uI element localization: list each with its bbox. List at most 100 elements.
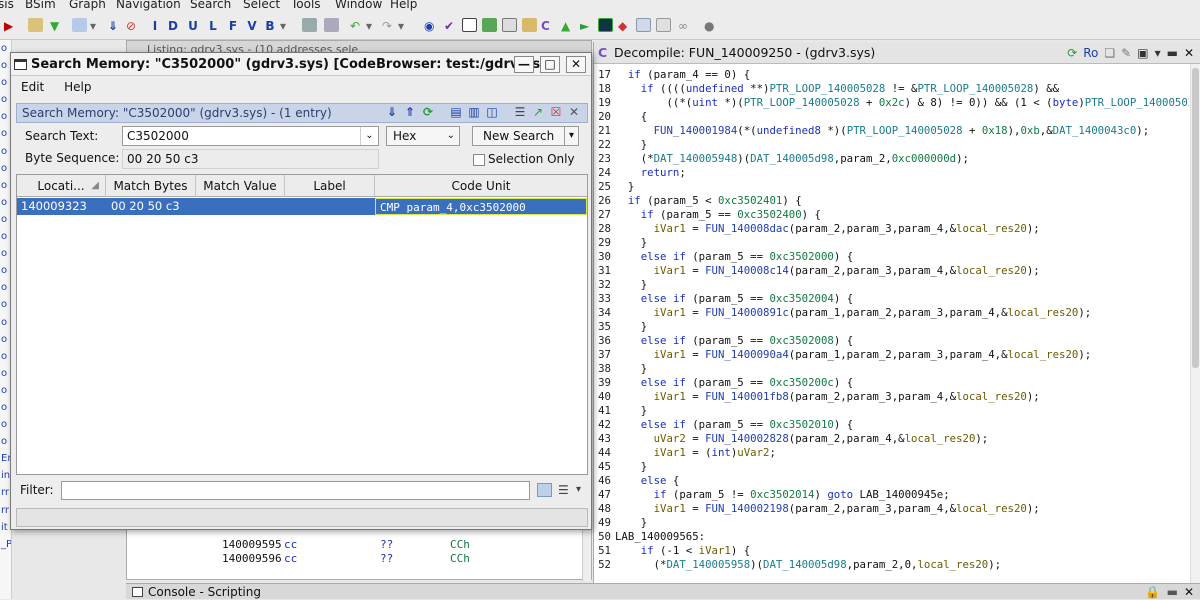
copy-icon[interactable]: ❏ [1104, 42, 1115, 64]
split-icon[interactable]: ▥ [467, 105, 481, 119]
maximize-button[interactable]: □ [540, 56, 560, 73]
code-line[interactable]: 46 else { [594, 474, 679, 488]
code-line[interactable]: 25 } [594, 180, 634, 194]
column-header-location[interactable]: Locati... ◢ [17, 175, 106, 197]
code-line[interactable]: 42 else if (param_5 == 0xc3502010) { [594, 418, 853, 432]
down-arrow-icon[interactable]: ⇓ [108, 18, 118, 34]
dialog-titlebar[interactable]: Search Memory: "C3502000" (gdrv3.sys) [C… [11, 53, 591, 76]
menu-help[interactable]: Help [64, 80, 91, 94]
code-line[interactable]: 26 if (param_5 < 0xc3502401) { [594, 194, 802, 208]
chevron-down-icon[interactable]: ▾ [563, 127, 574, 145]
layout-icon[interactable]: ▤ [449, 105, 463, 119]
code-line[interactable]: 23 (*DAT_140005948)(DAT_140005d98,param_… [594, 152, 969, 166]
chevron-down-icon[interactable]: ⌄ [360, 127, 378, 145]
code-line[interactable]: 39 else if (param_5 == 0xc350200c) { [594, 376, 853, 390]
column-header-match-bytes[interactable]: Match Bytes [106, 175, 196, 197]
next-down-icon[interactable]: ⇓ [385, 105, 399, 119]
refresh-icon[interactable] [482, 18, 497, 34]
listing-row[interactable]: 140009595 cc ?? CCh [222, 538, 470, 551]
code-line[interactable]: 50 LAB_140009565: [594, 530, 705, 544]
dropdown-icon[interactable]: ▾ [1155, 42, 1161, 64]
code-line[interactable]: 52 (*DAT_140005958)(DAT_140005d98,param_… [594, 558, 1001, 572]
filter-options-icon[interactable] [537, 483, 552, 497]
close-panel-icon[interactable]: ✕ [567, 105, 581, 119]
terminal-icon[interactable] [598, 18, 613, 34]
menu-graph[interactable]: Graph [69, 0, 106, 11]
export-icon[interactable]: ↗ [531, 105, 545, 119]
check-icon[interactable]: ✔ [444, 18, 454, 34]
code-line[interactable]: 41 } [594, 404, 647, 418]
menu-tools[interactable]: Tools [291, 0, 321, 11]
memory-icon[interactable] [502, 18, 517, 34]
code-line[interactable]: 21 FUN_140001984(*(undefined8 *)(PTR_LOO… [594, 124, 1149, 138]
column-header-code-unit[interactable]: Code Unit [375, 175, 587, 197]
menu-bsim[interactable]: BSim [25, 0, 56, 11]
stop-icon[interactable]: ⊘ [126, 18, 136, 34]
window-icon[interactable] [462, 18, 477, 34]
code-line[interactable]: 32 } [594, 278, 647, 292]
nav-label-button[interactable]: L [206, 18, 220, 34]
table-icon[interactable] [636, 18, 651, 34]
code-line[interactable]: 28 iVar1 = FUN_140008dac(param_2,param_3… [594, 222, 1040, 236]
minimize-icon[interactable]: ▬ [1167, 42, 1178, 64]
code-line[interactable]: 48 iVar1 = FUN_140002198(param_2,param_3… [594, 502, 1040, 516]
code-line[interactable]: 24 return; [594, 166, 686, 180]
nav-value-button[interactable]: V [245, 18, 259, 34]
code-line[interactable]: 20 { [594, 110, 647, 124]
list-icon[interactable]: ☰ [513, 105, 527, 119]
code-line[interactable]: 19 ((*(uint *)(PTR_LOOP_140005028 + 0x2c… [594, 96, 1189, 110]
code-line[interactable]: 18 if ((((undefined **)PTR_LOOP_14000502… [594, 82, 1059, 96]
menu-search[interactable]: Search [190, 0, 231, 11]
undo-icon[interactable]: ↶ [350, 18, 360, 34]
refresh-icon[interactable]: ⟳ [421, 105, 435, 119]
code-line[interactable]: 40 iVar1 = FUN_140001fb8(param_2,param_3… [594, 390, 1040, 404]
selection-only-checkbox[interactable] [473, 154, 485, 166]
console-tab[interactable]: Console - Scripting [148, 585, 261, 599]
nav-function-button[interactable]: F [226, 18, 240, 34]
minimize-icon[interactable]: ▬ [1167, 584, 1178, 600]
new-search-button[interactable]: New Search ▾ [472, 126, 579, 146]
prev-up-icon[interactable]: ⇑ [403, 105, 417, 119]
code-line[interactable]: 38 } [594, 362, 647, 376]
decompile-scrollbar[interactable] [1190, 64, 1200, 583]
clipboard-icon[interactable] [28, 18, 43, 34]
close-icon[interactable]: ✕ [1184, 584, 1194, 600]
code-line[interactable]: 37 iVar1 = FUN_1400090a4(param_1,param_2… [594, 348, 1091, 362]
menu-window[interactable]: Window [335, 0, 382, 11]
scroll-thumb[interactable] [1192, 68, 1199, 368]
select-icon[interactable]: ▼ [50, 18, 59, 34]
info-icon[interactable]: ◉ [424, 18, 434, 34]
dropdown-icon[interactable]: ▾ [398, 18, 404, 34]
code-line[interactable]: 31 iVar1 = FUN_140008c14(param_2,param_3… [594, 264, 1040, 278]
menu-select[interactable]: Select [243, 0, 280, 11]
redo-icon[interactable]: ▶ [4, 18, 13, 34]
column-header-match-value[interactable]: Match Value [196, 175, 285, 197]
snapshot-icon[interactable]: ▣ [1137, 42, 1148, 64]
format-select[interactable]: Hex ⌄ [386, 126, 460, 146]
plugin-icon[interactable]: ● [704, 18, 714, 34]
settings-icon[interactable]: ☰ [558, 478, 569, 502]
delete-icon[interactable]: ☒ [549, 105, 563, 119]
lock-icon[interactable]: 🔒 [1145, 584, 1160, 600]
diff-icon[interactable] [324, 18, 339, 34]
code-line[interactable]: 47 if (param_5 != 0xc3502014) goto LAB_1… [594, 488, 950, 502]
function-icon[interactable]: C [541, 18, 550, 34]
columns-icon[interactable]: ◫ [485, 105, 499, 119]
search-text-input[interactable]: C3502000 ⌄ [122, 126, 379, 146]
menu-help[interactable]: Help [390, 0, 417, 11]
code-line[interactable]: 35 } [594, 320, 647, 334]
diamond-icon[interactable]: ◆ [618, 18, 627, 34]
link-icon[interactable]: ∞ [678, 18, 688, 34]
edit-icon[interactable]: ✎ [1121, 42, 1131, 64]
refresh-icon[interactable]: ⟳ [1067, 42, 1077, 64]
code-line[interactable]: 27 if (param_5 == 0xc3502400) { [594, 208, 821, 222]
code-line[interactable]: 29 } [594, 236, 647, 250]
column-header-label[interactable]: Label [285, 175, 375, 197]
menu-analysis[interactable]: sis [0, 0, 14, 11]
nav-bookmark-button[interactable]: B [263, 18, 277, 34]
nav-undefined-button[interactable]: U [186, 18, 200, 34]
nav-data-button[interactable]: D [166, 18, 180, 34]
code-line[interactable]: 44 iVar1 = (int)uVar2; [594, 446, 776, 460]
close-button[interactable]: ✕ [566, 56, 586, 73]
code-line[interactable]: 45 } [594, 460, 647, 474]
